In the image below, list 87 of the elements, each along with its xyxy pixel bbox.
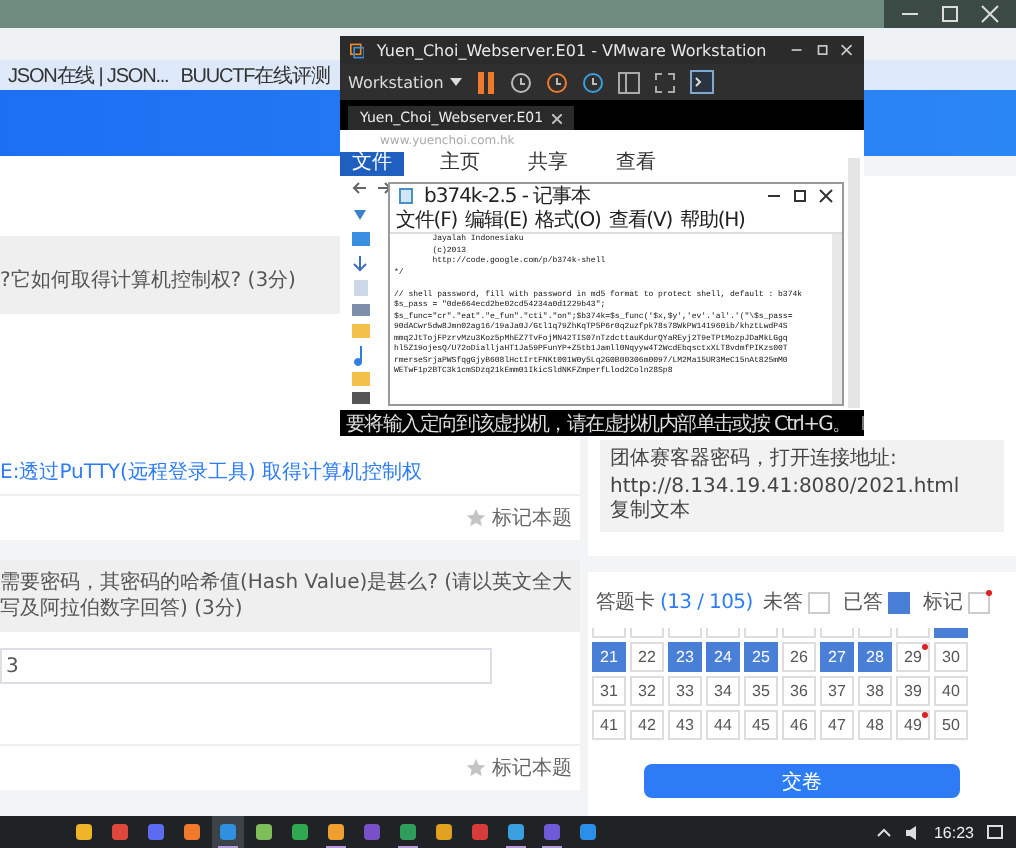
answer-cell[interactable]: 49 — [896, 710, 930, 741]
ribbon-tab[interactable]: 主页 — [428, 152, 492, 176]
answer-cell[interactable]: 22 — [630, 642, 664, 673]
console-icon[interactable] — [689, 70, 714, 94]
answer-field[interactable]: 3 — [0, 648, 492, 684]
question-text: 需要密码，其密码的哈希值(Hash Value)是甚么? (请以英文全大写及阿拉伯数字回答) (3分) — [0, 570, 575, 622]
progress-count: (13 / 105) — [659, 592, 753, 615]
card-title: 答题卡 (13 / 105) — [596, 589, 753, 617]
copy-link[interactable]: 复制文本 — [610, 500, 690, 523]
back-arrow-icon[interactable] — [352, 180, 368, 196]
clock-icon[interactable] — [581, 71, 604, 93]
answer-cell[interactable]: 23 — [668, 642, 702, 673]
bookmark-link[interactable]: JSON在线 | JSON... — [8, 61, 169, 89]
menu-item[interactable]: 查看(V) — [608, 206, 673, 234]
submit-button[interactable]: 交卷 — [644, 764, 960, 799]
vmware-logo-icon — [350, 41, 365, 59]
legend-label: 未答 — [762, 589, 803, 617]
answer-cell[interactable]: 33 — [668, 676, 702, 707]
info-text: 团体赛客器密码，打开连接地址: — [610, 448, 899, 473]
window-controls[interactable] — [884, 0, 1016, 28]
answer-cell[interactable]: 21 — [592, 642, 626, 673]
workstation-menu[interactable]: Workstation — [348, 73, 462, 91]
answer-cell[interactable]: 32 — [630, 676, 664, 707]
bookmark-link[interactable]: BUUCTF在线评测 — [180, 61, 330, 89]
ribbon-tab[interactable]: 文件 — [340, 152, 404, 176]
option-link[interactable]: E:透过PuTTY(远程登录工具) 取得计算机控制权 — [0, 458, 423, 486]
menu-item[interactable]: 编辑(E) — [465, 206, 528, 234]
clock-icon[interactable] — [509, 71, 532, 93]
clock-time[interactable]: 16:23 — [933, 823, 974, 841]
menu-item[interactable]: 文件(F) — [396, 206, 458, 234]
answer-cell[interactable]: 46 — [782, 710, 816, 741]
menu-item[interactable]: 格式(O) — [535, 206, 601, 234]
close-icon[interactable] — [818, 188, 834, 204]
ribbon-tab[interactable]: 查看 — [604, 152, 668, 176]
speaker-icon[interactable] — [903, 823, 922, 841]
answer-cell[interactable]: 30 — [934, 642, 968, 673]
answer-cell[interactable]: 47 — [820, 710, 854, 741]
clock-icon[interactable] — [545, 71, 568, 93]
chevron-up-icon[interactable] — [875, 824, 892, 840]
star-icon — [466, 758, 486, 778]
mark-question-button[interactable]: 标记本题 — [466, 504, 572, 532]
notification-icon[interactable] — [986, 823, 1004, 841]
forward-arrow-icon[interactable] — [376, 180, 392, 196]
answer-cell[interactable]: 40 — [934, 676, 968, 707]
status-text: 要将输入定向到该虚拟机，请在虚拟机内部单击或按 Ctrl+G。 — [346, 411, 851, 436]
answer-cell[interactable] — [934, 628, 968, 639]
maximize-icon[interactable] — [792, 188, 808, 204]
answer-cell[interactable]: 42 — [630, 710, 664, 741]
answer-cell[interactable]: 43 — [668, 710, 702, 741]
caret-icon — [449, 78, 462, 86]
pause-icon[interactable] — [475, 71, 496, 93]
mark-question-button[interactable]: 标记本题 — [466, 754, 572, 782]
menu-item[interactable]: 帮助(H) — [680, 206, 745, 234]
answer-cell[interactable]: 38 — [858, 676, 892, 707]
answer-cell[interactable]: 37 — [820, 676, 854, 707]
legend-label: 标记 — [922, 589, 963, 617]
answer-cell[interactable]: 50 — [934, 710, 968, 741]
url-text: http://8.134.19.41:8080/2021.html 复制文本 — [610, 476, 962, 525]
sidebar-layout-icon[interactable] — [617, 71, 640, 93]
answer-cell[interactable]: 35 — [744, 676, 778, 707]
notepad-icon — [398, 188, 414, 204]
answer-cell[interactable]: 34 — [706, 676, 740, 707]
close-icon[interactable] — [551, 113, 562, 123]
answer-cell[interactable]: 25 — [744, 642, 778, 673]
taskbar-app-icon[interactable] — [212, 816, 244, 848]
star-icon — [466, 508, 486, 528]
answer-cell[interactable]: 29 — [896, 642, 930, 673]
answered-swatch — [888, 591, 911, 614]
answer-cell[interactable]: 48 — [858, 710, 892, 741]
answer-cell[interactable]: 27 — [820, 642, 854, 673]
ribbon-tab[interactable]: 共享 — [516, 152, 580, 176]
window-title: Yuen_Choi_Webserver.E01 - VMware Workstation — [376, 41, 767, 59]
answer-cell[interactable]: 45 — [744, 710, 778, 741]
marked-swatch — [968, 591, 991, 614]
answer-cell[interactable]: 44 — [706, 710, 740, 741]
answer-cell[interactable]: 36 — [782, 676, 816, 707]
answer-cell[interactable]: 39 — [896, 676, 930, 707]
window-title: b374k-2.5 - 记事本 — [424, 183, 591, 209]
legend-label: 已答 — [842, 590, 883, 617]
answer-cell[interactable]: 26 — [782, 642, 816, 673]
answer-cell[interactable]: 24 — [706, 642, 740, 673]
unanswered-swatch — [808, 591, 831, 614]
question-text: ?它如何取得计算机控制权? (3分) — [0, 268, 296, 294]
answer-cell[interactable]: 28 — [858, 642, 892, 673]
fullscreen-icon[interactable] — [653, 71, 676, 93]
answer-cell[interactable]: 31 — [592, 676, 626, 707]
answer-cell[interactable]: 41 — [592, 710, 626, 741]
